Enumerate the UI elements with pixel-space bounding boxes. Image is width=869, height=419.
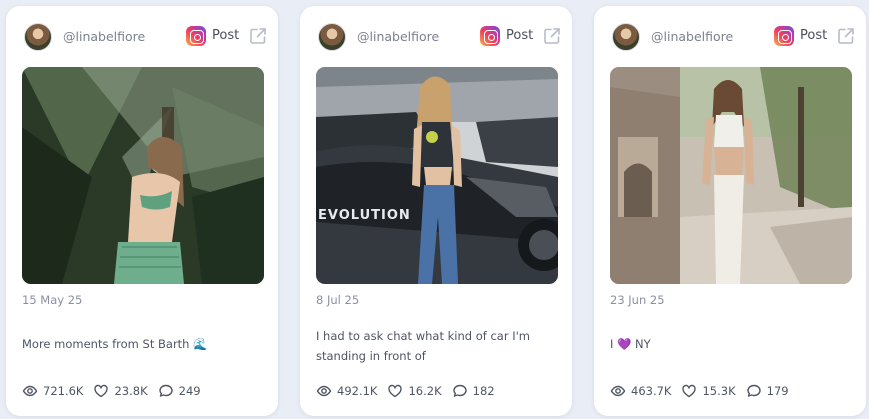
avatar[interactable] [612, 23, 640, 51]
eye-icon [22, 385, 38, 397]
comment-icon [158, 384, 173, 397]
account-handle[interactable]: @linabelfiore [63, 29, 145, 44]
external-link-icon[interactable] [836, 26, 856, 46]
external-link-icon[interactable] [542, 26, 562, 46]
likes-stat: 15.3K [681, 383, 736, 399]
post-caption: I 💜 NY [610, 337, 651, 351]
post-type-label: Post [800, 28, 828, 43]
likes-count: 15.3K [702, 384, 736, 398]
views-count: 492.1K [337, 384, 378, 398]
post-stats: 492.1K 16.2K 182 [316, 382, 495, 400]
post-card[interactable]: @linabelfiore Post EVOLUTION 8 Jul 25 I … [300, 6, 572, 416]
account-handle[interactable]: @linabelfiore [357, 29, 439, 44]
post-date: 23 Jun 25 [610, 293, 665, 307]
avatar[interactable] [318, 23, 346, 51]
post-card[interactable]: @linabelfiore Post 23 Jun 25 I 💜 NY 463.… [594, 6, 866, 416]
comments-count: 182 [472, 384, 495, 398]
post-card-header: @linabelfiore Post [300, 20, 572, 54]
comments-stat: 249 [158, 383, 201, 399]
comments-count: 179 [766, 384, 789, 398]
post-card-header: @linabelfiore Post [594, 20, 866, 54]
instagram-icon [186, 26, 206, 46]
post-stats: 721.6K 23.8K 249 [22, 382, 201, 400]
post-image[interactable]: EVOLUTION [316, 67, 558, 284]
post-card-header: @linabelfiore Post [6, 20, 278, 54]
post-date: 8 Jul 25 [316, 293, 360, 307]
likes-count: 23.8K [114, 384, 148, 398]
heart-icon [388, 384, 403, 398]
eye-icon [610, 385, 626, 397]
comments-stat: 179 [746, 383, 789, 399]
post-type-label: Post [212, 28, 240, 43]
views-stat: 463.7K [610, 383, 671, 399]
post-caption: I had to ask chat what kind of car I'm s… [316, 329, 530, 363]
post-card[interactable]: @linabelfiore Post 15 May 25 More moment… [6, 6, 278, 416]
eye-icon [316, 385, 332, 397]
heart-icon [682, 384, 697, 398]
views-stat: 492.1K [316, 383, 377, 399]
post-type-label: Post [506, 28, 534, 43]
external-link-icon[interactable] [248, 26, 268, 46]
comment-icon [746, 384, 761, 397]
likes-count: 16.2K [408, 384, 442, 398]
heart-icon [94, 384, 109, 398]
comment-icon [452, 384, 467, 397]
post-stats: 463.7K 15.3K 179 [610, 382, 789, 400]
account-handle[interactable]: @linabelfiore [651, 29, 733, 44]
views-count: 463.7K [631, 384, 672, 398]
avatar[interactable] [24, 23, 52, 51]
comments-count: 249 [178, 384, 201, 398]
likes-stat: 16.2K [387, 383, 442, 399]
instagram-icon [774, 26, 794, 46]
svg-text:EVOLUTION: EVOLUTION [318, 208, 411, 223]
views-stat: 721.6K [22, 383, 83, 399]
likes-stat: 23.8K [93, 383, 148, 399]
post-image[interactable] [22, 67, 264, 284]
comments-stat: 182 [452, 383, 495, 399]
views-count: 721.6K [43, 384, 84, 398]
post-image[interactable] [610, 67, 852, 284]
post-date: 15 May 25 [22, 293, 83, 307]
post-caption: More moments from St Barth 🌊 [22, 337, 208, 351]
instagram-icon [480, 26, 500, 46]
